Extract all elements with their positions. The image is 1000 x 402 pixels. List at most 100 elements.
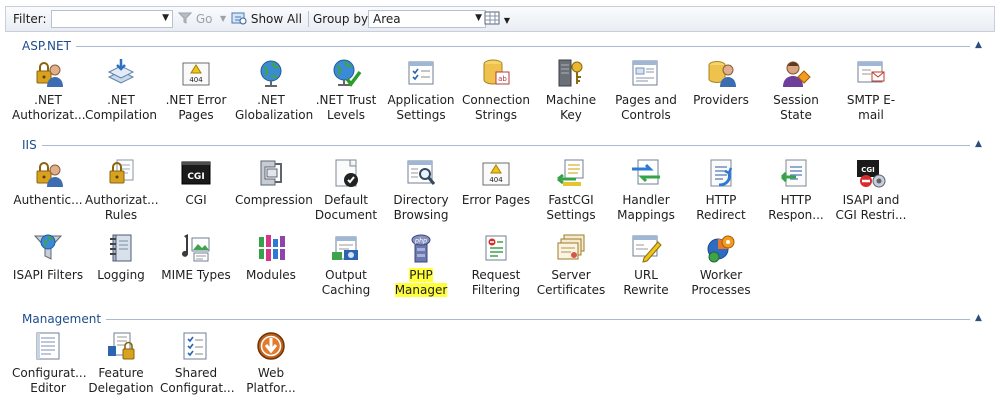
feature-label: Output Caching [321,268,371,297]
feature-item[interactable]: Default Document [310,157,382,223]
feature-label: Web Platfor... [246,366,296,395]
feature-item[interactable]: .NET Trust Levels [310,57,382,123]
go-dropdown-icon[interactable]: ▼ [220,7,226,31]
feature-item[interactable]: Application Settings [385,57,457,123]
globe-check-icon [330,57,362,89]
feature-item[interactable]: HTTP Respon... [760,157,832,223]
collapse-icon[interactable]: ▲ [975,313,982,323]
show-all-button[interactable]: Show All [231,7,302,31]
feature-label: Request Filtering [471,268,521,297]
feature-label: Connection Strings [462,93,530,122]
highlighted-label: PHP Manager [394,268,448,297]
feature-item[interactable]: Handler Mappings [610,157,682,223]
section-divider [76,46,970,47]
url-rewrite-icon [630,232,662,264]
feature-label: .NET Trust Levels [315,93,377,122]
feature-label: Server Certificates [536,268,606,297]
go-button[interactable]: Go [177,7,212,31]
feature-item[interactable]: ab Connection Strings [460,57,532,123]
providers-icon [705,57,737,89]
feature-item[interactable]: Output Caching [310,232,382,298]
feature-item[interactable]: Session State [760,57,832,123]
feature-item[interactable]: Authentic... [12,157,84,208]
feature-item[interactable]: .NET Authorizat... [12,57,86,123]
svg-text:ab: ab [498,75,507,83]
collapse-icon[interactable]: ▲ [975,139,982,149]
directory-browse-icon [405,157,437,189]
feature-label: Error Pages [461,193,531,207]
feature-item[interactable]: php PHP Manager [385,232,457,298]
feature-label: CGI [185,193,207,207]
feature-item[interactable]: Providers [685,57,757,108]
feature-label: Authorizat... Rules [85,193,159,222]
feature-item[interactable]: Feature Delegation [85,330,157,396]
redirect-icon [705,157,737,189]
feature-item[interactable]: 404 Error Pages [460,157,532,208]
pages-controls-icon [630,57,662,89]
svg-text:php: php [414,237,427,245]
feature-item[interactable]: HTTP Redirect [685,157,757,223]
feature-item[interactable]: Pages and Controls [610,57,682,123]
chevron-down-icon: ▼ [503,16,510,25]
feature-item[interactable]: Configurat... Editor [12,330,87,396]
php-icon: php [405,232,437,264]
feature-label: Shared Configurat... [160,366,235,395]
feature-label: Application Settings [387,93,455,122]
feature-label: ISAPI and CGI Restri... [835,193,907,222]
feature-item[interactable]: Server Certificates [535,232,607,298]
feature-label: URL Rewrite [623,268,669,297]
feature-item[interactable]: Modules [235,232,307,283]
feature-label: .NET Compilation [85,93,158,122]
svg-text:404: 404 [489,176,503,184]
view-mode-button[interactable]: ▼ [484,7,510,31]
feature-item[interactable]: MIME Types [160,232,232,283]
feature-label: ISAPI Filters [12,268,84,282]
feature-item[interactable]: FastCGI Settings [535,157,607,223]
svg-text:CGI: CGI [187,172,204,182]
feature-label: Worker Processes [691,268,751,297]
feature-item[interactable]: Logging [85,232,157,283]
feature-item[interactable]: URL Rewrite [610,232,682,298]
feature-item[interactable]: SMTP E-mail [835,57,907,123]
config-editor-icon [32,330,64,362]
handler-arrows-icon [630,157,662,189]
feature-label: Logging [97,268,145,282]
section-header[interactable]: ASP.NET [22,38,71,54]
feature-label: Machine Key [545,93,597,122]
feature-label: SMTP E-mail [846,93,896,122]
section-header[interactable]: IIS [22,137,37,153]
feature-item[interactable]: Machine Key [535,57,607,123]
chevron-down-icon[interactable]: ▼ [162,13,169,23]
feature-label: Default Document [314,193,378,222]
feature-item[interactable]: Compression [235,157,313,208]
filter-input[interactable]: ▼ [51,10,173,28]
section-divider [106,319,970,320]
feature-item[interactable]: .NET Globalization [235,57,313,123]
feature-label: Authentic... [13,193,83,207]
feature-item[interactable]: Shared Configurat... [160,330,235,396]
feature-item[interactable]: Directory Browsing [385,157,457,223]
feature-label: Configurat... Editor [12,366,87,395]
svg-text:404: 404 [189,76,203,84]
default-document-icon [330,157,362,189]
feature-item[interactable]: 404 .NET Error Pages [160,57,232,123]
chevron-down-icon[interactable]: ▼ [475,13,482,23]
feature-item[interactable]: CGI ISAPI and CGI Restri... [835,157,907,223]
feature-label: .NET Authorizat... [12,93,86,122]
grid-view-icon [484,11,500,25]
collapse-icon[interactable]: ▲ [975,40,982,50]
feature-item[interactable]: CGI CGI [160,157,232,208]
output-cache-icon [330,232,362,264]
feature-item[interactable]: ISAPI Filters [12,232,84,283]
feature-item[interactable]: Authorizat... Rules [85,157,159,223]
show-all-icon [231,12,247,25]
feature-item[interactable]: Request Filtering [460,232,532,298]
lock-user-icon [32,57,64,89]
group-by-select[interactable]: Area ▼ [368,10,486,28]
feature-label: Modules [246,268,296,282]
feature-item[interactable]: Worker Processes [685,232,757,298]
feature-item[interactable]: .NET Compilation [85,57,157,123]
feature-item[interactable]: Web Platfor... [235,330,307,396]
lock-doc-icon [105,157,137,189]
section-header[interactable]: Management [22,311,101,327]
